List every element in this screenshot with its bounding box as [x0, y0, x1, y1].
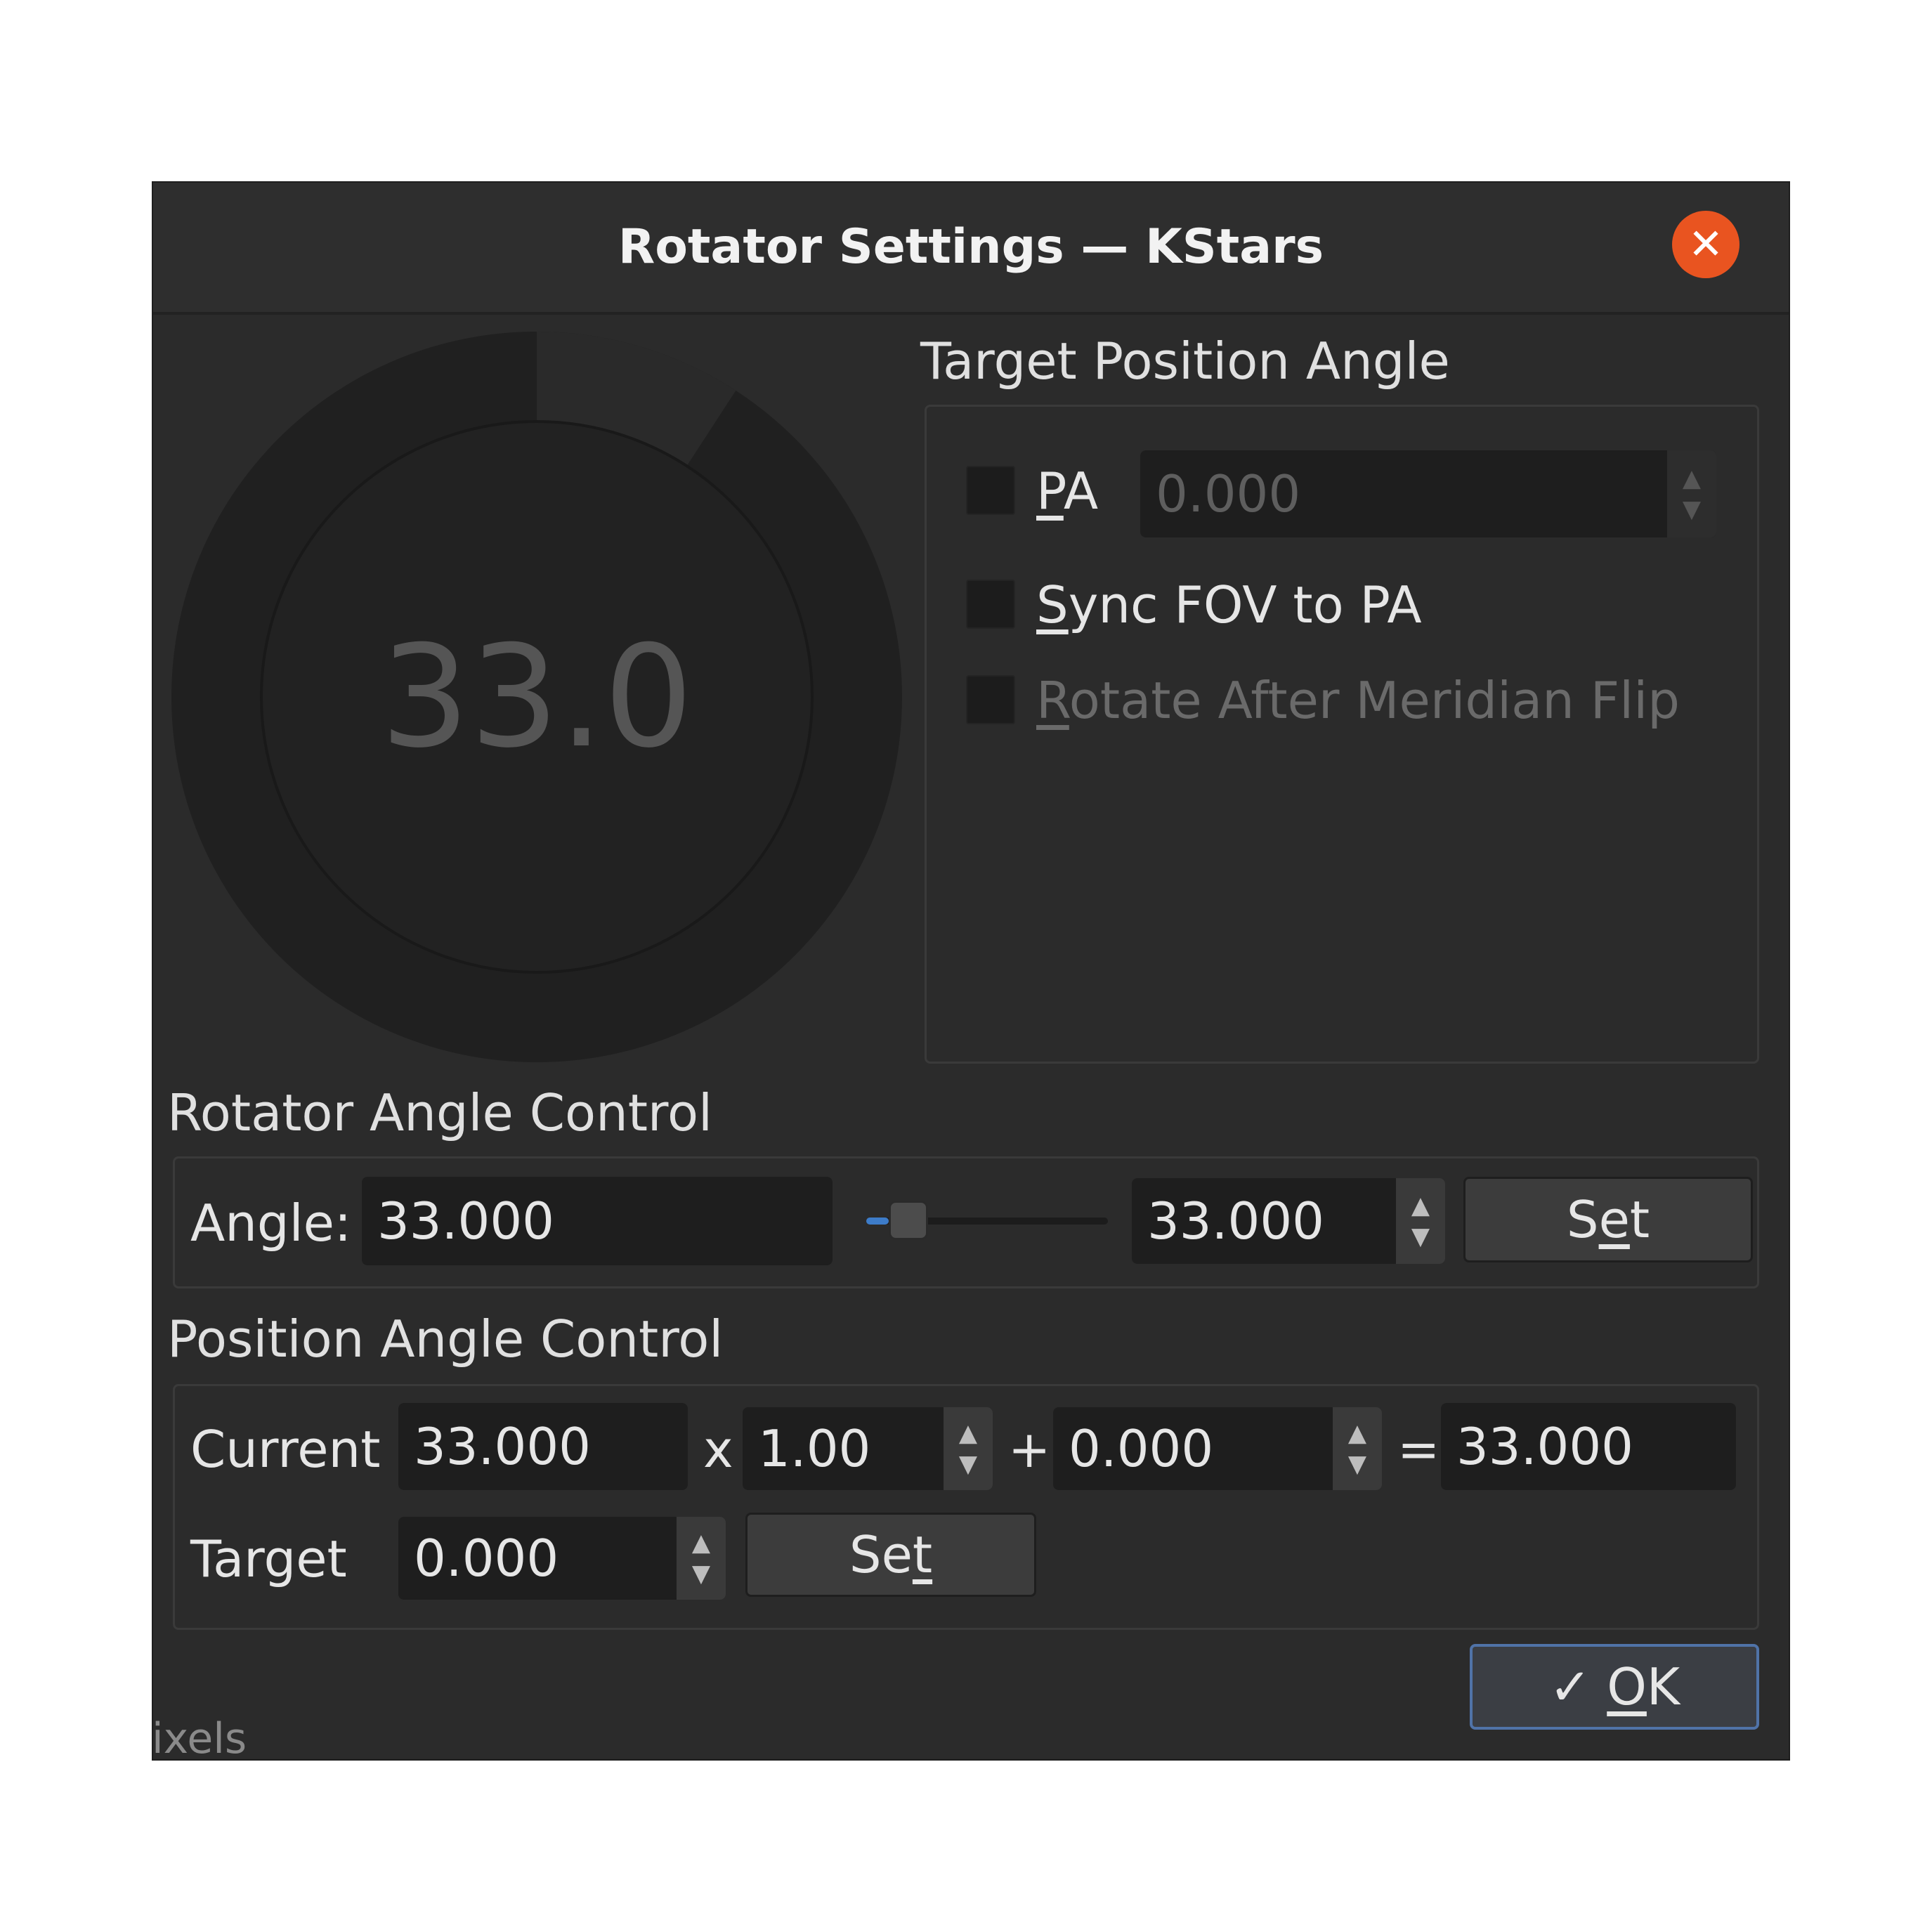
close-icon[interactable]: ✕	[1672, 211, 1740, 278]
spin-up-icon[interactable]: ▲	[959, 1418, 977, 1449]
plus-sign: +	[1008, 1420, 1051, 1479]
offset-value: 0.000	[1069, 1419, 1214, 1478]
pa-label-mnemonic: P	[1036, 462, 1064, 521]
target-pa-spinbox[interactable]: 0.000 ▲ ▼	[398, 1517, 726, 1600]
rotate-after-flip-rest: otate After Meridian Flip	[1069, 671, 1680, 730]
set-target-label-mnemonic: t	[912, 1525, 933, 1584]
set-angle-label-a: S	[1566, 1190, 1599, 1249]
angle-readout-field: 33.000	[362, 1177, 833, 1265]
offset-spinner[interactable]: ▲ ▼	[1333, 1407, 1382, 1490]
rotator-dial: 33.0	[170, 330, 903, 1064]
spin-up-icon[interactable]: ▲	[1683, 463, 1701, 494]
position-angle-control-group: Current 33.000 x 1.00 ▲ ▼ + 0.000 ▲ ▼ = …	[173, 1384, 1759, 1630]
current-pa-value: 33.000	[414, 1417, 591, 1476]
angle-readout-value: 33.000	[377, 1192, 554, 1251]
title-bar: Rotator Settings — KStars ✕	[153, 183, 1789, 315]
dial-angle-readout: 33.0	[380, 615, 693, 779]
pa-label-rest: A	[1063, 462, 1099, 521]
pa-label: PA	[1036, 462, 1098, 521]
angle-spinbox-value: 33.000	[1147, 1192, 1324, 1251]
set-angle-label-b: t	[1629, 1190, 1650, 1249]
result-pa-field: 33.000	[1441, 1403, 1736, 1490]
spin-up-icon[interactable]: ▲	[1411, 1190, 1430, 1221]
target-pa-value: 0.000	[414, 1529, 559, 1588]
rotate-after-flip-label: Rotate After Meridian Flip	[1036, 671, 1680, 730]
target-pa-spinner[interactable]: ▲ ▼	[677, 1517, 726, 1600]
spin-up-icon[interactable]: ▲	[692, 1527, 710, 1558]
multiplier-spinbox[interactable]: 1.00 ▲ ▼	[743, 1407, 993, 1490]
times-sign: x	[703, 1420, 733, 1479]
pa-input-value: 0.000	[1156, 464, 1301, 523]
set-target-label-a: Se	[849, 1525, 913, 1584]
background-text-fragment: ixels	[152, 1714, 247, 1763]
set-angle-button[interactable]: Set	[1463, 1177, 1753, 1262]
spin-down-icon[interactable]: ▼	[692, 1558, 710, 1589]
equals-sign: =	[1397, 1420, 1440, 1479]
pa-input[interactable]: 0.000 ▲ ▼	[1140, 450, 1716, 537]
spin-down-icon[interactable]: ▼	[1411, 1221, 1430, 1252]
angle-spinbox[interactable]: 33.000 ▲ ▼	[1132, 1178, 1445, 1264]
set-angle-label-mnemonic: e	[1598, 1190, 1630, 1249]
angle-spinner[interactable]: ▲ ▼	[1396, 1178, 1445, 1264]
rotator-angle-control-group: Angle: 33.000 33.000 ▲ ▼ Set	[173, 1156, 1759, 1288]
target-position-angle-group: PA 0.000 ▲ ▼ Sync FOV to PA Rotate After…	[925, 405, 1759, 1064]
ok-label-mnemonic: O	[1607, 1657, 1647, 1716]
pa-spinner[interactable]: ▲ ▼	[1667, 450, 1716, 537]
spin-down-icon[interactable]: ▼	[1348, 1449, 1366, 1480]
rotator-angle-control-title: Rotator Angle Control	[167, 1083, 713, 1142]
sync-fov-mnemonic: S	[1036, 575, 1069, 634]
sync-fov-label: Sync FOV to PA	[1036, 575, 1422, 634]
position-angle-control-title: Position Angle Control	[167, 1310, 724, 1369]
spin-down-icon[interactable]: ▼	[1683, 494, 1701, 525]
ok-label-rest: K	[1646, 1657, 1680, 1716]
spin-up-icon[interactable]: ▲	[1348, 1418, 1366, 1449]
result-pa-value: 33.000	[1456, 1417, 1633, 1476]
offset-spinbox[interactable]: 0.000 ▲ ▼	[1053, 1407, 1382, 1490]
pa-checkbox[interactable]	[966, 466, 1015, 515]
rotate-after-flip-checkbox[interactable]	[966, 675, 1015, 724]
set-target-pa-button[interactable]: Se t	[745, 1513, 1036, 1597]
sync-fov-rest: ync FOV to PA	[1068, 575, 1422, 634]
current-label: Current	[190, 1420, 381, 1479]
window-title: Rotator Settings — KStars	[618, 219, 1324, 275]
angle-slider-fill	[866, 1218, 889, 1225]
multiplier-value: 1.00	[758, 1419, 871, 1478]
sync-fov-checkbox[interactable]	[966, 580, 1015, 629]
target-label: Target	[190, 1529, 347, 1588]
target-position-angle-title: Target Position Angle	[920, 332, 1450, 391]
check-icon: ✓	[1548, 1657, 1592, 1716]
ok-button[interactable]: ✓ O K	[1470, 1644, 1759, 1730]
angle-label: Angle:	[190, 1194, 352, 1253]
current-pa-field: 33.000	[398, 1403, 688, 1490]
rotate-after-flip-mnemonic: R	[1036, 671, 1069, 730]
multiplier-spinner[interactable]: ▲ ▼	[944, 1407, 993, 1490]
rotator-settings-dialog: Rotator Settings — KStars ✕ 33.0 Target …	[152, 181, 1790, 1761]
angle-slider-handle[interactable]	[888, 1201, 928, 1240]
spin-down-icon[interactable]: ▼	[959, 1449, 977, 1480]
